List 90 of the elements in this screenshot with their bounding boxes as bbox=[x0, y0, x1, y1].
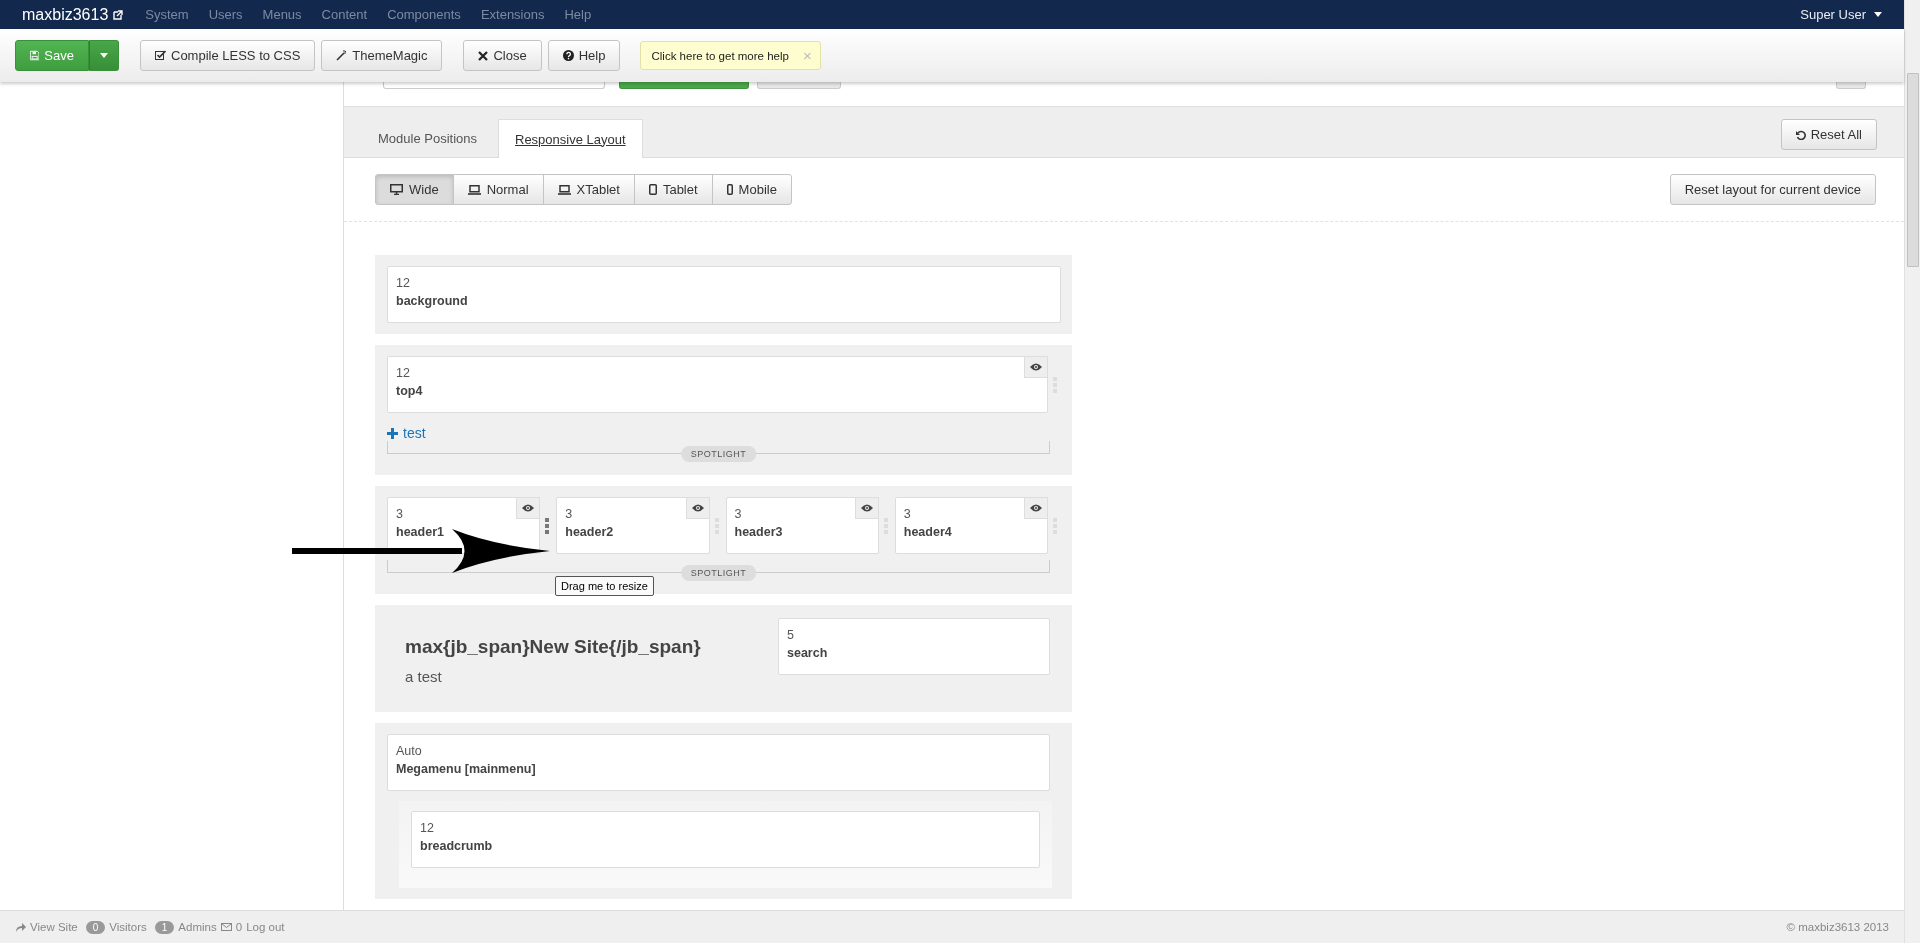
user-menu[interactable]: Super User bbox=[1800, 7, 1866, 22]
count-badge: 1 bbox=[154, 920, 175, 934]
module-name: header1 bbox=[396, 525, 445, 539]
visibility-button[interactable] bbox=[1024, 497, 1048, 519]
module-position[interactable]: 5 search bbox=[778, 618, 1050, 675]
envelope-icon bbox=[220, 923, 232, 931]
visitors-label: Visitors bbox=[109, 921, 147, 933]
device-button[interactable]: Wide bbox=[375, 174, 454, 205]
device-button[interactable]: Normal bbox=[452, 174, 544, 205]
magic-button[interactable]: ThemeMagic bbox=[321, 40, 443, 71]
module-position[interactable]: 3 header4 bbox=[894, 497, 1048, 554]
eye-icon bbox=[1030, 363, 1042, 371]
visibility-button[interactable] bbox=[685, 497, 710, 519]
site-title: max{jb_span}New Site{/jb_span} bbox=[405, 636, 702, 658]
add-position-link[interactable]: test bbox=[387, 425, 426, 441]
close-icon bbox=[478, 50, 489, 61]
laptop-icon bbox=[467, 184, 481, 195]
laptop-icon bbox=[557, 184, 571, 195]
module-name: background bbox=[396, 294, 469, 308]
module-name: header2 bbox=[565, 525, 615, 539]
floppy-icon bbox=[30, 50, 40, 61]
module-span: 3 bbox=[734, 507, 743, 521]
device-button[interactable]: Mobile bbox=[711, 174, 792, 205]
scrollbar[interactable] bbox=[1904, 0, 1920, 943]
caret-icon bbox=[100, 53, 108, 58]
module-span: 3 bbox=[565, 507, 574, 521]
module-name: search bbox=[787, 646, 829, 660]
share-icon bbox=[15, 922, 26, 932]
module-position[interactable]: 12 top4 bbox=[387, 356, 1048, 413]
site-tagline: a test bbox=[405, 668, 443, 685]
undo-icon bbox=[1795, 129, 1806, 140]
external-link-icon bbox=[113, 9, 124, 20]
module-position[interactable]: Auto Megamenu [mainmenu] bbox=[387, 734, 1050, 791]
eye-icon bbox=[860, 504, 873, 512]
eye-icon bbox=[691, 504, 704, 512]
device-button[interactable]: XTablet bbox=[542, 174, 635, 205]
help-icon bbox=[562, 50, 574, 61]
module-position[interactable]: 3 header3 bbox=[725, 497, 879, 554]
checkbox-icon bbox=[155, 50, 166, 61]
module-span: 5 bbox=[787, 628, 795, 642]
spotlight-label: SPOTLIGHT bbox=[680, 446, 757, 462]
device-button[interactable]: Tablet bbox=[633, 174, 713, 205]
module-name: header3 bbox=[734, 525, 784, 539]
save-options-button[interactable] bbox=[89, 40, 119, 71]
tooltip: Drag me to resize bbox=[555, 576, 654, 596]
copyright-text: © maxbiz3613 2013 bbox=[1786, 921, 1889, 933]
module-span: Auto bbox=[396, 744, 423, 758]
menu-item[interactable]: Extensions bbox=[480, 7, 545, 22]
module-name: header4 bbox=[903, 525, 953, 539]
module-span: 12 bbox=[396, 366, 411, 380]
plus-icon bbox=[387, 427, 398, 439]
menu-item[interactable]: Users bbox=[208, 7, 243, 22]
site-link[interactable]: maxbiz3613 bbox=[22, 5, 109, 24]
phone-icon bbox=[726, 184, 733, 195]
compile-button[interactable]: Compile LESS to CSS bbox=[140, 40, 316, 71]
tab[interactable]: Module Positions bbox=[370, 119, 485, 157]
reset-layout-button[interactable]: Reset layout for current device bbox=[1669, 174, 1876, 205]
module-position[interactable]: 3 header2 bbox=[556, 497, 710, 554]
visibility-button[interactable] bbox=[516, 497, 541, 519]
spotlight-label: SPOTLIGHT bbox=[680, 565, 757, 581]
module-position[interactable]: 12 background bbox=[387, 266, 1061, 323]
menu-item[interactable]: Help bbox=[564, 7, 592, 22]
module-span: 3 bbox=[396, 507, 404, 521]
tablet-icon bbox=[648, 184, 657, 195]
scrollbar-thumb[interactable] bbox=[1907, 73, 1919, 267]
help-button[interactable]: Help bbox=[547, 40, 621, 71]
eye-icon bbox=[1030, 504, 1042, 512]
visibility-button[interactable] bbox=[854, 497, 879, 519]
menu-item[interactable]: Menus bbox=[262, 7, 302, 22]
eye-icon bbox=[522, 504, 535, 512]
close-button[interactable]: Close bbox=[463, 40, 542, 71]
caret-icon bbox=[1874, 12, 1882, 17]
wand-icon bbox=[336, 50, 348, 61]
admins-label: Admins bbox=[178, 921, 217, 933]
menu-item[interactable]: Content bbox=[321, 7, 368, 22]
tab[interactable]: Responsive Layout bbox=[498, 119, 643, 158]
menu-item[interactable]: System bbox=[145, 7, 189, 22]
menu-item[interactable]: Components bbox=[387, 7, 461, 22]
visibility-button[interactable] bbox=[1024, 356, 1048, 378]
module-name: breadcrumb bbox=[420, 839, 494, 853]
module-span: 12 bbox=[420, 821, 435, 835]
module-span: 3 bbox=[903, 507, 912, 521]
module-position[interactable]: 12 breadcrumb bbox=[411, 811, 1040, 868]
module-span: 12 bbox=[396, 276, 411, 290]
monitor-icon bbox=[390, 184, 403, 195]
reset-all-button[interactable]: Reset All bbox=[1780, 119, 1877, 150]
module-name: Megamenu [mainmenu] bbox=[396, 762, 537, 776]
module-name: top4 bbox=[396, 384, 424, 398]
count-badge: 0 bbox=[85, 920, 106, 934]
help-tip-text[interactable]: Click here to get more help bbox=[651, 49, 789, 62]
